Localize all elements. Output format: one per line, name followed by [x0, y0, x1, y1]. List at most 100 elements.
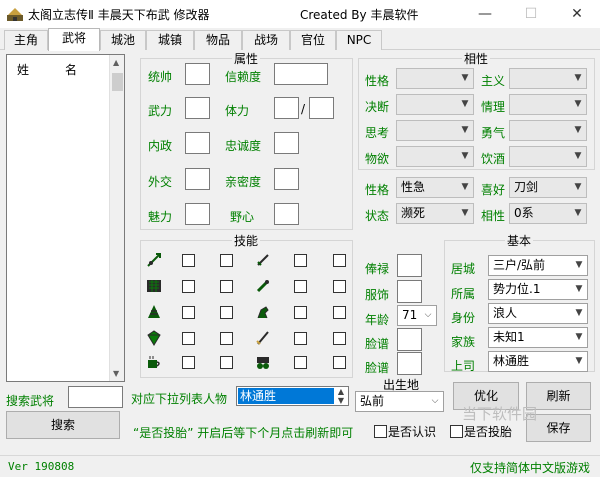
close-button[interactable]: ✕	[554, 0, 600, 28]
salary-input[interactable]	[397, 254, 422, 277]
trait-hobby-select[interactable]: 刀剑 ▼	[509, 177, 587, 198]
skill-checkbox[interactable]	[333, 254, 346, 267]
skill-checkbox[interactable]	[182, 356, 195, 369]
skill-checkbox[interactable]	[294, 332, 307, 345]
tab-battlefield[interactable]: 战场	[242, 30, 290, 50]
attr-label-ambition: 野心	[230, 210, 255, 224]
birthplace-value: 弘前	[360, 394, 385, 408]
affinity-decision-select[interactable]: ▼	[396, 94, 474, 115]
attr-diplomacy-input[interactable]	[185, 168, 210, 190]
attr-charisma-input[interactable]	[185, 203, 210, 225]
scroll-up-icon[interactable]: ▲	[113, 58, 119, 67]
skill-checkbox[interactable]	[220, 306, 233, 319]
attr-intimacy-input[interactable]	[274, 168, 299, 190]
misc-label-face-1: 脸谱	[365, 337, 390, 351]
gem-skill-icon	[147, 330, 161, 346]
affinity-thinking-select[interactable]: ▼	[396, 120, 474, 141]
affinity-personality-select[interactable]: ▼	[396, 68, 474, 89]
maximize-button[interactable]: ☐	[508, 0, 554, 28]
misc-label-face-2: 脸谱	[365, 361, 390, 375]
attr-politics-input[interactable]	[185, 132, 210, 154]
attr-loyalty-input[interactable]	[274, 132, 299, 154]
affinity-ideology-select[interactable]: ▼	[509, 68, 587, 89]
search-general-input[interactable]	[68, 386, 123, 408]
skill-checkbox[interactable]	[294, 254, 307, 267]
skill-checkbox[interactable]	[220, 332, 233, 345]
tab-protagonist[interactable]: 主角	[4, 30, 48, 50]
affinity-drinking-select[interactable]: ▼	[509, 146, 587, 167]
tab-castles[interactable]: 城池	[100, 30, 146, 50]
affinity-label-sentiment: 情理	[481, 100, 506, 114]
trait-personality-select[interactable]: 性急 ▼	[396, 177, 474, 198]
spinner-arrows-icon[interactable]: ▲ ▼	[335, 387, 347, 405]
scroll-thumb[interactable]	[112, 73, 123, 91]
birthplace-select[interactable]: 弘前 ⌵	[355, 391, 444, 412]
tab-items[interactable]: 物品	[194, 30, 242, 50]
face-input-2[interactable]	[397, 352, 422, 375]
basic-label-castle: 居城	[451, 262, 476, 276]
skill-checkbox[interactable]	[182, 254, 195, 267]
affinity-sentiment-select[interactable]: ▼	[509, 94, 587, 115]
tower-skill-icon	[148, 305, 160, 318]
chevron-down-icon: ▼	[461, 151, 469, 161]
skill-checkbox[interactable]	[333, 356, 346, 369]
skill-checkbox[interactable]	[182, 280, 195, 293]
affinity-label-personality: 性格	[365, 74, 390, 88]
skill-checkbox[interactable]	[220, 254, 233, 267]
dropdown-person-label: 对应下拉列表人物	[131, 392, 228, 406]
chevron-down-icon: ⌵	[431, 396, 439, 406]
skills-title: 技能	[232, 232, 261, 249]
app-icon	[7, 8, 23, 21]
skill-checkbox[interactable]	[294, 356, 307, 369]
minimize-button[interactable]: —	[462, 0, 508, 28]
tab-generals[interactable]: 武将	[48, 28, 100, 51]
skill-checkbox[interactable]	[333, 280, 346, 293]
skill-checkbox[interactable]	[220, 356, 233, 369]
skill-checkbox[interactable]	[294, 306, 307, 319]
skill-checkbox[interactable]	[333, 332, 346, 345]
skill-checkbox[interactable]	[182, 306, 195, 319]
attributes-title: 属性	[232, 50, 261, 67]
face-input-1[interactable]	[397, 328, 422, 351]
attr-command-input[interactable]	[185, 63, 210, 85]
attr-strength-input[interactable]	[185, 97, 210, 119]
trait-affinity-select[interactable]: 0系 ▼	[509, 203, 587, 224]
attr-stamina-max-input[interactable]	[309, 97, 334, 119]
person-spinner[interactable]: 林通胜 ▲ ▼	[236, 386, 349, 406]
skill-checkbox[interactable]	[294, 280, 307, 293]
affinity-desire-select[interactable]: ▼	[396, 146, 474, 167]
attr-label-command: 统帅	[148, 70, 173, 84]
sword-skill-icon	[257, 254, 269, 266]
recognized-checkbox[interactable]	[374, 425, 387, 438]
basic-castle-select[interactable]: 三户/弘前 ▼	[488, 255, 588, 276]
affinity-courage-select[interactable]: ▼	[509, 120, 587, 141]
skill-checkbox[interactable]	[182, 332, 195, 345]
basic-title: 基本	[505, 232, 534, 249]
basic-status-select[interactable]: 浪人 ▼	[488, 303, 588, 324]
tab-ranks[interactable]: 官位	[290, 30, 336, 50]
tea-skill-icon	[148, 356, 160, 368]
attr-ambition-input[interactable]	[274, 203, 299, 225]
reborn-hint-text: “是否投胎” 开启后等下个月点击刷新即可	[133, 426, 354, 440]
basic-affiliation-select[interactable]: 势力位.1 ▼	[488, 279, 588, 300]
generals-list[interactable]: 姓 名 ▲ ▼	[6, 54, 125, 382]
skill-checkbox[interactable]	[220, 280, 233, 293]
tab-npc[interactable]: NPC	[336, 30, 382, 50]
attr-stamina-input[interactable]	[274, 97, 299, 119]
clothing-input[interactable]	[397, 280, 422, 303]
scroll-down-icon[interactable]: ▼	[113, 369, 119, 378]
skill-checkbox[interactable]	[333, 306, 346, 319]
search-button[interactable]: 搜索	[6, 411, 120, 439]
misc-label-age: 年龄	[365, 313, 390, 327]
list-scrollbar[interactable]: ▲ ▼	[109, 55, 124, 381]
age-select[interactable]: 71 ⌵	[397, 305, 437, 326]
misc-label-clothing: 服饰	[365, 288, 390, 302]
basic-family-select[interactable]: 未知1 ▼	[488, 327, 588, 348]
affinity-label-courage: 勇气	[481, 126, 506, 140]
attr-trust-input[interactable]	[274, 63, 328, 85]
trait-state-select[interactable]: 濒死 ▼	[396, 203, 474, 224]
tab-towns[interactable]: 城镇	[146, 30, 194, 50]
trait-label-personality: 性格	[365, 183, 390, 197]
basic-superior-select[interactable]: 林通胜 ▼	[488, 351, 588, 372]
reborn-checkbox[interactable]	[450, 425, 463, 438]
